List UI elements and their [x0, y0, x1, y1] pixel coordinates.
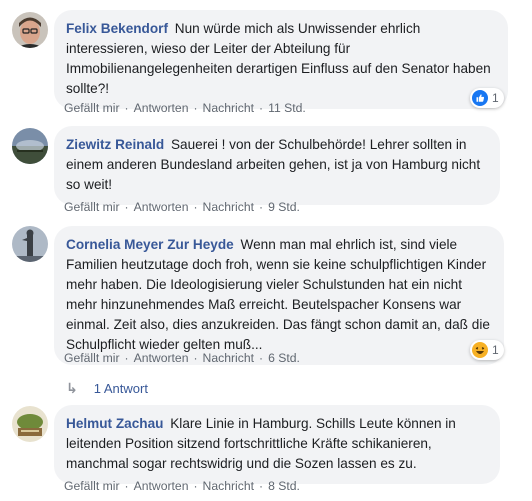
like-icon	[472, 90, 488, 106]
separator: ·	[124, 101, 129, 115]
comment-author[interactable]: Felix Bekendorf	[66, 21, 168, 36]
haha-icon	[472, 342, 488, 358]
comment-author[interactable]: Helmut Zachau	[66, 416, 163, 431]
view-replies-link[interactable]: ↳ 1 Antwort	[66, 380, 148, 397]
message-link[interactable]: Nachricht	[203, 101, 254, 115]
comment-actions: Gefällt mir · Antworten · Nachricht · 9 Std.	[64, 200, 300, 214]
reply-link[interactable]: Antworten	[134, 479, 189, 493]
comment-actions: Gefällt mir · Antworten · Nachricht · 11 Std.	[64, 101, 306, 115]
avatar[interactable]	[12, 128, 48, 164]
reply-link[interactable]: Antworten	[134, 200, 189, 214]
comment-actions: Gefällt mir · Antworten · Nachricht · 6 Std.	[64, 351, 300, 365]
separator: ·	[259, 200, 264, 214]
replies-count: 1 Antwort	[93, 381, 148, 396]
comment-bubble: Cornelia Meyer Zur Heyde Wenn man mal eh…	[54, 226, 504, 365]
comment-actions: Gefällt mir · Antworten · Nachricht · 8 Std.	[64, 479, 300, 493]
reaction-badge[interactable]: 1	[470, 340, 504, 360]
avatar[interactable]	[12, 12, 48, 48]
reply-link[interactable]: Antworten	[134, 101, 189, 115]
separator: ·	[259, 101, 264, 115]
separator: ·	[193, 479, 198, 493]
reply-arrow-icon: ↳	[66, 380, 78, 396]
like-link[interactable]: Gefällt mir	[64, 200, 120, 214]
separator: ·	[193, 351, 198, 365]
separator: ·	[259, 351, 264, 365]
reaction-badge[interactable]: 1	[470, 88, 504, 108]
like-link[interactable]: Gefällt mir	[64, 351, 120, 365]
comment-text: Wenn man mal ehrlich ist, sind viele Fam…	[66, 237, 490, 352]
comment-bubble: Helmut Zachau Klare Linie in Hamburg. Sc…	[54, 405, 500, 484]
reaction-count: 1	[492, 343, 499, 357]
avatar[interactable]	[12, 226, 48, 262]
timestamp[interactable]: 11 Std.	[268, 101, 306, 115]
separator: ·	[124, 479, 129, 493]
comment-author[interactable]: Cornelia Meyer Zur Heyde	[66, 237, 234, 252]
like-link[interactable]: Gefällt mir	[64, 101, 120, 115]
comment-author[interactable]: Ziewitz Reinald	[66, 137, 164, 152]
message-link[interactable]: Nachricht	[203, 479, 254, 493]
separator: ·	[124, 351, 129, 365]
message-link[interactable]: Nachricht	[203, 200, 254, 214]
comment-bubble: Ziewitz Reinald Sauerei ! von der Schulb…	[54, 126, 500, 205]
comment-bubble: Felix Bekendorf Nun würde mich als Unwis…	[54, 10, 508, 109]
separator: ·	[259, 479, 264, 493]
reply-link[interactable]: Antworten	[134, 351, 189, 365]
timestamp[interactable]: 6 Std.	[268, 351, 300, 365]
like-link[interactable]: Gefällt mir	[64, 479, 120, 493]
timestamp[interactable]: 8 Std.	[268, 479, 300, 493]
separator: ·	[193, 200, 198, 214]
avatar[interactable]	[12, 406, 48, 442]
separator: ·	[124, 200, 129, 214]
separator: ·	[193, 101, 198, 115]
timestamp[interactable]: 9 Std.	[268, 200, 300, 214]
message-link[interactable]: Nachricht	[203, 351, 254, 365]
reaction-count: 1	[492, 91, 499, 105]
